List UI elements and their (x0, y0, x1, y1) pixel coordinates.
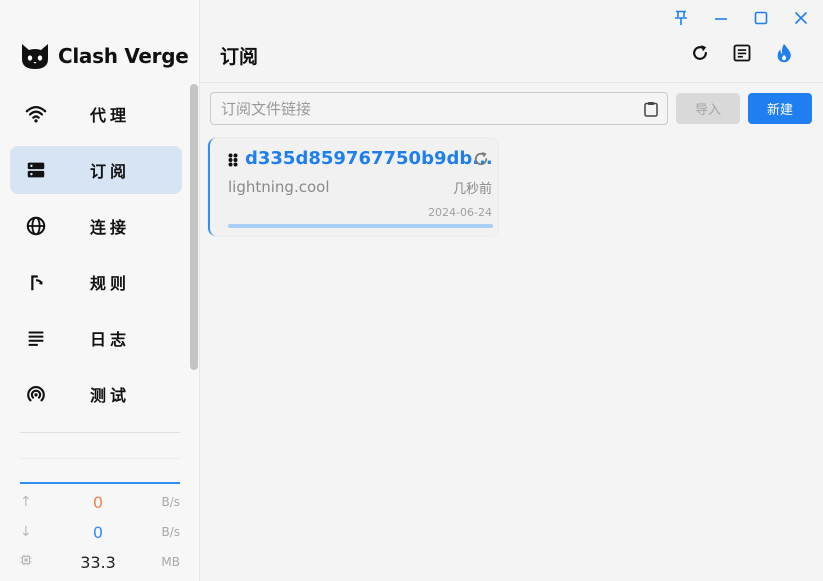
upload-speed: ↑ 0 B/s (20, 490, 180, 514)
refresh-icon[interactable] (472, 150, 490, 172)
download-value: 0 (92, 522, 104, 542)
close-icon[interactable] (791, 8, 811, 28)
sidebar-item-logs[interactable]: 日志 (10, 314, 182, 362)
list-lines-icon (10, 327, 62, 349)
drag-handle-icon[interactable] (228, 152, 238, 171)
sidebar-item-label: 测试 (90, 386, 131, 405)
flame-icon[interactable] (773, 42, 795, 64)
fork-arrow-icon (10, 271, 62, 293)
sidebar-item-label: 代理 (90, 106, 131, 125)
globe-icon (10, 215, 62, 237)
subscription-url-field[interactable] (210, 92, 668, 125)
sidebar-item-connections[interactable]: 连接 (10, 202, 182, 250)
sidebar-nav: 代理 订阅 连接 规则 日志 测试 (10, 90, 182, 426)
profile-card[interactable]: d335d859767750b9db... lightning.cool 几秒前… (208, 138, 498, 236)
refresh-all-icon[interactable] (689, 42, 711, 64)
sidebar-item-label: 日志 (90, 330, 131, 349)
cat-logo-icon (22, 44, 48, 69)
memory-chip-icon (20, 554, 36, 570)
sidebar-item-proxy[interactable]: 代理 (10, 90, 182, 138)
pin-icon[interactable] (671, 8, 691, 28)
memory-unit: MB (161, 555, 180, 569)
download-speed: ↓ 0 B/s (20, 520, 180, 544)
download-unit: B/s (161, 525, 180, 539)
profile-name: d335d859767750b9db... (245, 148, 493, 169)
storage-icon (10, 159, 62, 181)
sidebar-item-rules[interactable]: 规则 (10, 258, 182, 306)
sidebar-item-label: 连接 (90, 218, 131, 237)
arrow-down-icon: ↓ (20, 524, 32, 540)
header-divider (200, 82, 823, 83)
window-controls (671, 8, 811, 28)
subscription-url-input[interactable] (211, 93, 635, 124)
upload-value: 0 (92, 492, 104, 512)
maximize-icon[interactable] (751, 8, 771, 28)
profile-date: 2024-06-24 (428, 206, 492, 219)
memory-value: 33.3 (80, 552, 116, 572)
app-name: Clash Verge (58, 44, 189, 68)
sidebar-item-subscription[interactable]: 订阅 (10, 146, 182, 194)
brand: Clash Verge (20, 40, 189, 72)
upload-unit: B/s (161, 495, 180, 509)
document-icon[interactable] (731, 42, 753, 64)
profile-host: lightning.cool (228, 178, 330, 196)
arrow-up-icon: ↑ (20, 494, 32, 510)
minimize-icon[interactable] (711, 8, 731, 28)
clipboard-icon[interactable] (635, 101, 667, 117)
sidebar-scrollbar[interactable] (190, 84, 198, 370)
page-title: 订阅 (220, 46, 259, 68)
radar-icon (10, 383, 62, 405)
memory-usage: 33.3 MB (20, 550, 180, 574)
new-button[interactable]: 新建 (748, 93, 812, 124)
sidebar-divider (20, 432, 180, 433)
sidebar-item-test[interactable]: 测试 (10, 370, 182, 418)
profile-updated: 几秒前 (452, 182, 492, 197)
sidebar-item-label: 规则 (90, 274, 131, 293)
traffic-graph (20, 482, 180, 484)
usage-progress-bar (228, 224, 493, 228)
traffic-graph-top (20, 458, 180, 459)
wifi-icon (10, 103, 62, 125)
header-actions (689, 42, 795, 64)
sidebar-item-label: 订阅 (90, 162, 131, 181)
sidebar: Clash Verge 代理 订阅 连接 规则 日志 测试 ↑ 0 B/s ↓ … (0, 0, 200, 581)
import-button[interactable]: 导入 (676, 93, 740, 124)
